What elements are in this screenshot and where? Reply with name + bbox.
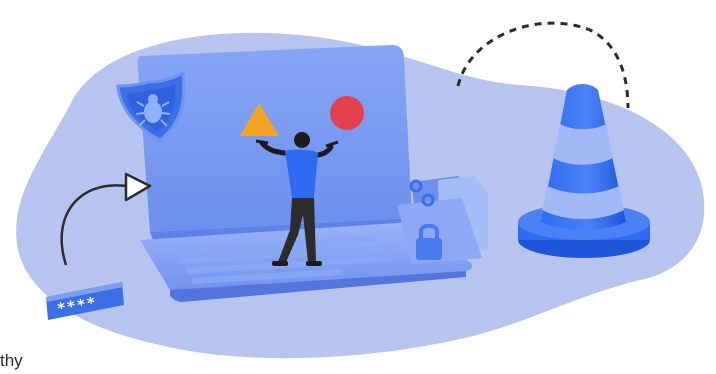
- laptop-screen: [137, 45, 412, 232]
- security-illustration: ****: [16, 21, 705, 359]
- folder-lock-icon: [397, 176, 488, 264]
- caption-text: thy: [0, 351, 23, 370]
- circle-shape: [330, 96, 364, 130]
